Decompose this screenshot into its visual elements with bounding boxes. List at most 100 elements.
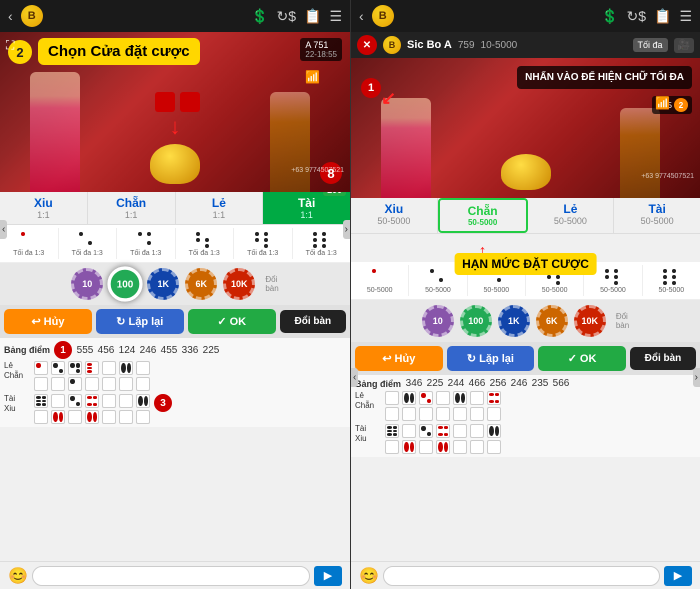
score-num-left-6: 225 xyxy=(202,345,220,356)
score-num-right-4: 256 xyxy=(489,378,507,389)
score-num-left-3: 246 xyxy=(139,345,157,356)
right-nav-bar: ‹ B 💲 ↻$ 📋 ☰ xyxy=(351,0,700,32)
bet-col-xiu-left[interactable]: Xiu 1:1 xyxy=(0,192,88,224)
dice-cell-1-left[interactable]: Tối đa 1:3 xyxy=(0,228,59,259)
chip-10k-left[interactable]: 10K xyxy=(223,268,255,300)
cancel-button-right[interactable]: ↩ Hủy xyxy=(355,346,443,371)
betting-area-left: Xiu 1:1 Chẵn 1:1 Lẻ 1:1 Tài 1:1 100 ‹ › xyxy=(0,192,350,561)
dice-row-left: Tối đa 1:3 Tối đa 1:3 Tối đa 1:3 xyxy=(0,225,350,263)
emoji-icon-left[interactable]: 😊 xyxy=(8,566,28,586)
step1-bubble-right: 1 xyxy=(361,78,381,98)
replay-button-left[interactable]: ↻ Lặp lại xyxy=(96,309,184,334)
arrow-step1-right: ↙ xyxy=(381,88,396,109)
replay-button-right[interactable]: ↻ Lặp lại xyxy=(447,346,535,371)
coin-icon-left: B xyxy=(21,5,43,27)
bet-col-tai-left[interactable]: Tài 1:1 100 xyxy=(263,192,350,224)
dice-history-le-chan-right xyxy=(385,391,501,421)
send-button-left[interactable]: ▶ xyxy=(314,566,342,586)
expand-icon-left[interactable]: ⛶ xyxy=(6,38,14,53)
score-board-left: Bảng điểm 1 555 456 124 246 455 336 225 … xyxy=(0,338,350,427)
bet-col-le-right[interactable]: Lẻ 50-5000 xyxy=(528,198,615,233)
score-num-right-1: 225 xyxy=(426,378,444,389)
chip-row-right: 10 100 1K 6K 10K Đổibàn xyxy=(351,300,700,342)
send-button-right[interactable]: ▶ xyxy=(664,566,692,586)
refresh-icon-left[interactable]: ↻$ xyxy=(276,8,296,25)
change-table-button-right[interactable]: Đổi bàn xyxy=(630,347,696,370)
row-label-tai-xiu-right: TàiXiu xyxy=(355,424,383,443)
dollar-icon-left[interactable]: 💲 xyxy=(251,8,268,25)
back-icon-right[interactable]: ‹ xyxy=(359,8,364,24)
menu-icon-right[interactable]: ☰ xyxy=(679,8,692,25)
cam-icon[interactable]: 🎥 xyxy=(674,38,694,53)
bet-header-left: Xiu 1:1 Chẵn 1:1 Lẻ 1:1 Tài 1:1 100 xyxy=(0,192,350,225)
back-icon-left[interactable]: ‹ xyxy=(8,8,13,24)
ok-button-left[interactable]: ✓ OK xyxy=(188,309,276,334)
dice-cell-6-right[interactable]: 50-5000 xyxy=(643,265,700,296)
tai-value-badge: 100 xyxy=(323,192,346,196)
step1-bubble-left: 1 xyxy=(54,341,72,359)
chip-100-left[interactable]: 100 xyxy=(108,266,143,301)
chip-10-right[interactable]: 10 xyxy=(422,305,454,337)
dice-cell-5-left[interactable]: Tối đa 1:3 xyxy=(234,228,293,259)
row-label-le-chan-left: LẻChẵn xyxy=(4,361,32,380)
dice-cell-4-left[interactable]: Tối đa 1:3 xyxy=(176,228,235,259)
betting-area-right: Xiu 50-5000 Chẵn 50-5000 ↑ Lẻ 50-5000 Tà… xyxy=(351,198,700,561)
bet-col-chan-right[interactable]: Chẵn 50-5000 ↑ xyxy=(438,198,528,233)
prev-arrow-right[interactable]: ‹ xyxy=(351,368,358,387)
next-arrow-left[interactable]: › xyxy=(343,220,350,239)
chip-10-left[interactable]: 10 xyxy=(71,268,103,300)
wifi-icon-left: 📶 xyxy=(305,70,320,84)
phone-left: +63 9774507521 xyxy=(291,167,344,174)
cancel-button-left[interactable]: ↩ Hủy xyxy=(4,309,92,334)
game-info-bar: ✕ B Sic Bo A 759 10-5000 Tối đa 🎥 xyxy=(351,32,700,58)
doi-ban-note-left: Đổibàn xyxy=(265,275,278,293)
score-num-left-2: 124 xyxy=(118,345,136,356)
dollar-icon-right[interactable]: 💲 xyxy=(601,8,618,25)
right-panel: ‹ B 💲 ↻$ 📋 ☰ ✕ B Sic Bo A 759 10-5000 Tố… xyxy=(350,0,700,589)
dice-cell-6-left[interactable]: Tối đa 1:3 xyxy=(293,228,351,259)
score-num-left-0: 555 xyxy=(76,345,94,356)
game-id: 759 xyxy=(458,40,475,51)
list-icon-left[interactable]: 📋 xyxy=(304,8,321,25)
chip-100-right[interactable]: 100 xyxy=(460,305,492,337)
toi-da-button[interactable]: Tối đa xyxy=(633,38,668,52)
bet-col-le-left[interactable]: Lẻ 1:1 xyxy=(176,192,264,224)
emoji-icon-right[interactable]: 😊 xyxy=(359,566,379,586)
chat-input-left[interactable] xyxy=(32,566,310,586)
prev-arrow-left[interactable]: ‹ xyxy=(0,220,7,239)
ok-button-right[interactable]: ✓ OK xyxy=(538,346,626,371)
score-num-right-2: 244 xyxy=(447,378,465,389)
close-button[interactable]: ✕ xyxy=(357,35,377,55)
score-num-right-6: 235 xyxy=(531,378,549,389)
chip-10k-right[interactable]: 10K xyxy=(574,305,606,337)
video-area-right: ↙ 1 NHẤN VÀO ĐỂ HIỆN CHỮ TỐI ĐA A 75 2 📶… xyxy=(351,58,700,198)
dice-cell-2-left[interactable]: Tối đa 1:3 xyxy=(59,228,118,259)
dealer-info-left: A 751 22-18:55 xyxy=(300,38,342,61)
next-arrow-right[interactable]: › xyxy=(693,368,700,387)
instruction-box: Chọn Cửa đặt cược xyxy=(38,38,200,65)
bet-col-chan-left[interactable]: Chẵn 1:1 xyxy=(88,192,176,224)
change-table-button-left[interactable]: Đổi bàn xyxy=(280,310,346,333)
step3-bubble-left: 3 xyxy=(154,394,172,412)
bet-col-tai-right[interactable]: Tài 50-5000 xyxy=(614,198,700,233)
chat-bar-right: 😊 ▶ xyxy=(351,561,700,589)
dice-history-le-chan-left xyxy=(34,361,150,391)
chip-1k-right[interactable]: 1K xyxy=(498,305,530,337)
coin-icon-right: B xyxy=(372,5,394,27)
score-num-right-7: 566 xyxy=(552,378,570,389)
chip-6k-right[interactable]: 6K xyxy=(536,305,568,337)
action-row-left: ↩ Hủy ↻ Lặp lại ✓ OK Đổi bàn xyxy=(0,305,350,338)
dice-cell-3-left[interactable]: Tối đa 1:3 xyxy=(117,228,176,259)
dice-cell-1-right[interactable]: 50-5000 xyxy=(351,265,409,296)
score-label-right: Bảng điểm xyxy=(355,379,401,389)
chip-6k-left[interactable]: 6K xyxy=(185,268,217,300)
menu-icon-left[interactable]: ☰ xyxy=(329,8,342,25)
action-row-right: ↩ Hủy ↻ Lặp lại ✓ OK Đổi bàn xyxy=(351,342,700,375)
list-icon-right[interactable]: 📋 xyxy=(654,8,671,25)
left-nav-bar: ‹ B 💲 ↻$ 📋 ☰ xyxy=(0,0,350,32)
bet-col-xiu-right[interactable]: Xiu 50-5000 xyxy=(351,198,438,233)
chat-input-right[interactable] xyxy=(383,566,660,586)
score-num-left-4: 455 xyxy=(160,345,178,356)
refresh-icon-right[interactable]: ↻$ xyxy=(626,8,646,25)
chip-1k-left[interactable]: 1K xyxy=(147,268,179,300)
